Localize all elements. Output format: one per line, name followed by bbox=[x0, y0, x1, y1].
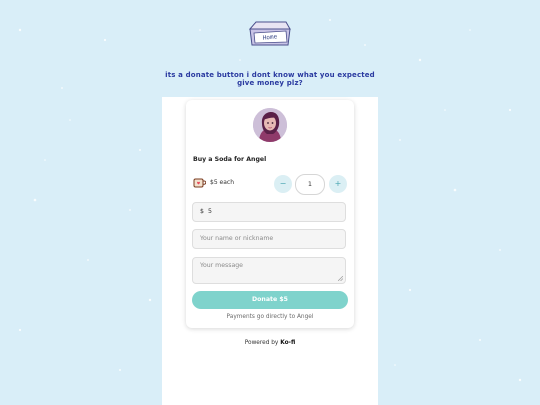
coffee-cup-icon bbox=[193, 178, 206, 188]
currency-symbol: $ bbox=[200, 208, 204, 215]
decrease-quantity-button[interactable]: − bbox=[274, 175, 292, 193]
quantity-input[interactable]: 1 bbox=[295, 174, 325, 195]
resize-grip-icon[interactable] bbox=[338, 276, 343, 281]
donate-button[interactable]: Donate $5 bbox=[192, 291, 348, 309]
tagline: its a donate button i dont know what you… bbox=[150, 71, 390, 87]
amount-field[interactable]: $ 5 bbox=[192, 202, 346, 222]
increase-quantity-button[interactable]: + bbox=[329, 175, 347, 193]
home-button[interactable]: Home bbox=[246, 19, 294, 48]
price-each: $5 each bbox=[210, 179, 235, 186]
amount-value: 5 bbox=[208, 208, 212, 215]
card-title: Buy a Soda for Angel bbox=[193, 156, 267, 163]
name-input[interactable]: Your name or nickname bbox=[192, 229, 346, 249]
avatar bbox=[253, 108, 287, 142]
powered-by: Powered by Ko-fi bbox=[186, 340, 354, 346]
message-textarea[interactable]: Your message bbox=[192, 257, 346, 284]
kofi-link[interactable]: Ko-fi bbox=[280, 340, 295, 346]
message-placeholder: Your message bbox=[200, 262, 243, 269]
tagline-line-1: its a donate button i dont know what you… bbox=[165, 71, 375, 79]
payments-note: Payments go directly to Angel bbox=[226, 314, 314, 320]
powered-by-text: Powered by bbox=[244, 340, 279, 346]
tagline-line-2: give money plz? bbox=[237, 79, 303, 87]
name-placeholder: Your name or nickname bbox=[200, 235, 274, 242]
